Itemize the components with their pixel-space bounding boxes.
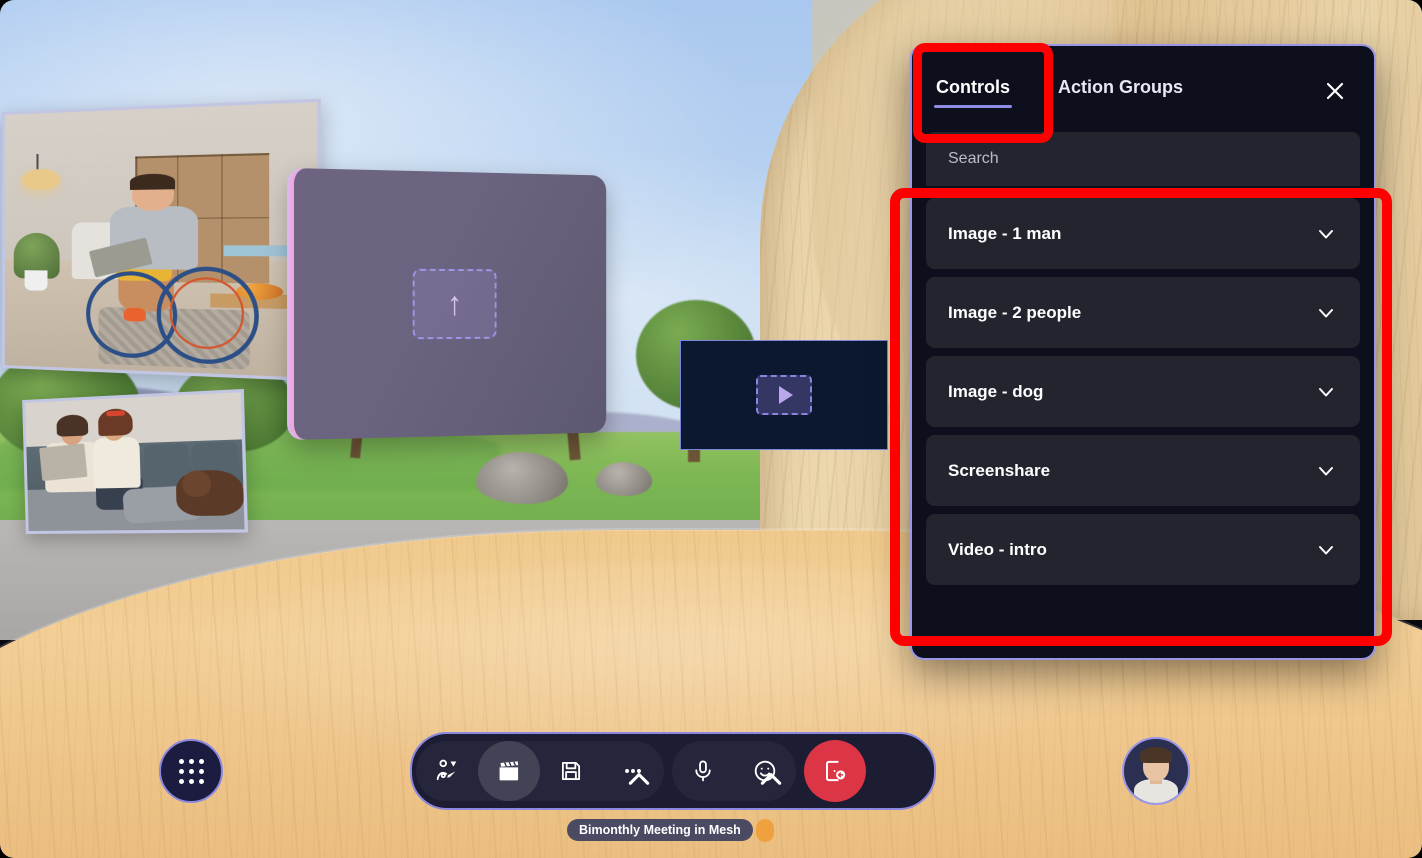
panel-search-box[interactable] [926,132,1360,186]
tab-action-groups-label: Action Groups [1058,76,1183,97]
rock [596,462,652,496]
upload-arrow-icon: ↑ [446,285,463,323]
chevron-down-icon[interactable] [1314,538,1338,562]
list-item[interactable]: Image - dog [926,356,1360,427]
microphone-icon [695,760,711,782]
tab-controls-label: Controls [936,76,1010,97]
leave-door-icon [826,760,846,782]
controls-side-panel: Controls Action Groups Image - 1 man [910,44,1376,660]
chevron-down-icon[interactable] [1314,222,1338,246]
chevron-down-icon[interactable] [1314,380,1338,404]
clapperboard-icon [499,761,519,781]
photo-content [4,102,318,378]
avatar-customize-icon [436,759,457,781]
leave-meeting-button[interactable] [804,740,866,802]
more-options-button[interactable] [602,741,664,801]
list-item-label: Video - intro [948,539,1047,559]
photo-content [25,392,245,531]
chevron-down-icon[interactable] [1314,459,1338,483]
reactions-button[interactable] [734,741,796,801]
close-icon [1326,82,1344,100]
save-icon [561,761,581,781]
toolbar-group-right [672,741,796,801]
apps-grid-icon [178,758,204,784]
meeting-name-badge: Bimonthly Meeting in Mesh [567,819,753,841]
list-item[interactable]: Image - 1 man [926,198,1360,269]
controls-list: Image - 1 man Image - 2 people Image - d… [912,186,1374,599]
chevron-down-icon[interactable] [1314,301,1338,325]
panel-tab-bar: Controls Action Groups [912,46,1374,132]
meeting-name-label: Bimonthly Meeting in Mesh [579,823,741,837]
list-item-label: Image - 1 man [948,223,1062,243]
toolbar-group-left [416,741,664,801]
meeting-toolbar [410,732,936,810]
list-item[interactable]: Video - intro [926,514,1360,585]
panel-close-button[interactable] [1318,74,1352,108]
presence-indicator [756,819,774,842]
app-window: ↑ Controls Action Groups Search Image - … [0,0,1422,858]
upload-dropzone[interactable]: ↑ [412,268,497,340]
scene-video-panel[interactable] [680,340,888,450]
chevron-up-icon [760,773,782,785]
list-item[interactable]: Image - 2 people [926,277,1360,348]
chevron-up-icon [628,773,650,785]
avatar-customize-button[interactable] [416,741,478,801]
tab-controls[interactable]: Controls [934,69,1012,110]
tab-action-groups[interactable]: Action Groups [1056,69,1185,110]
scene-upload-panel[interactable]: ↑ [290,168,607,440]
list-item-label: Image - dog [948,381,1044,401]
scene-photo-man-wheelchair[interactable] [2,98,321,382]
scenes-clapperboard-button[interactable] [478,741,540,801]
user-avatar[interactable] [1122,737,1190,805]
search-input[interactable] [946,149,1340,169]
video-dropzone[interactable] [756,375,812,415]
microphone-button[interactable] [672,741,734,801]
list-item[interactable]: Screenshare [926,435,1360,506]
apps-grid-button[interactable] [159,739,223,803]
save-button[interactable] [540,741,602,801]
list-item-label: Screenshare [948,460,1051,480]
play-triangle-icon [778,386,793,404]
scene-photo-two-people-dog[interactable] [22,388,249,535]
list-item-label: Image - 2 people [948,302,1082,322]
